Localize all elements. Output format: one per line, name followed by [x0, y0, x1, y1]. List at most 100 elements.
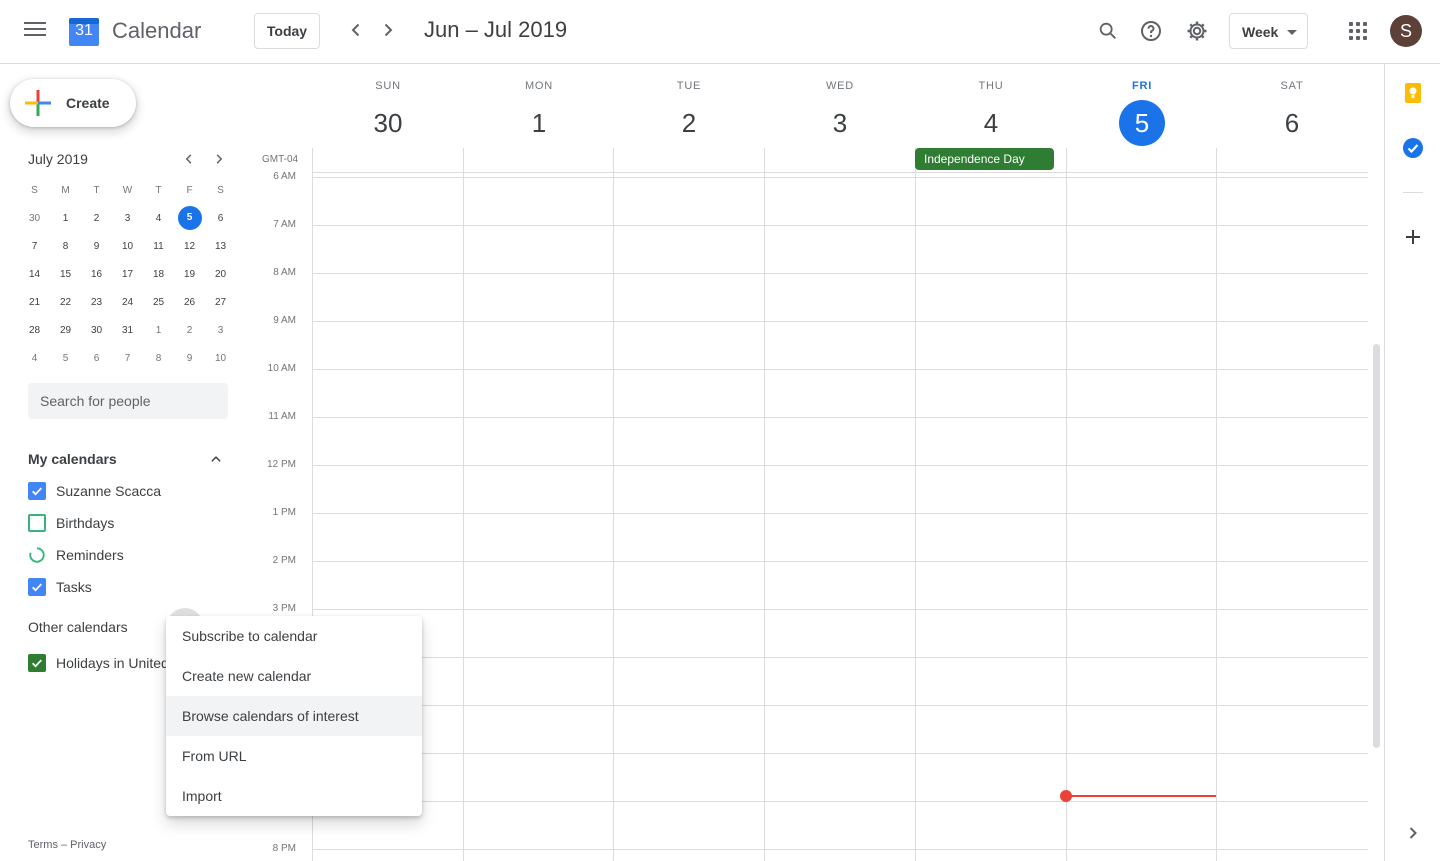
day-header: WED 3: [765, 80, 915, 146]
day-number-button[interactable]: 3: [817, 100, 863, 146]
mini-calendar-day[interactable]: 9: [174, 344, 205, 372]
mini-calendar-day[interactable]: 28: [19, 316, 50, 344]
hour-label: 6 AM: [273, 171, 296, 182]
settings-button[interactable]: [1184, 18, 1210, 44]
previous-week-button[interactable]: [344, 18, 368, 42]
main-menu-icon[interactable]: [24, 22, 46, 40]
account-avatar[interactable]: S: [1390, 15, 1422, 47]
mini-calendar-day[interactable]: 24: [112, 288, 143, 316]
expand-panel-chevron-icon[interactable]: [1402, 822, 1424, 844]
mini-calendar-day[interactable]: 10: [112, 232, 143, 260]
mini-calendar-day-number: 5: [62, 352, 69, 364]
mini-calendar-day[interactable]: 20: [205, 260, 236, 288]
google-apps-icon[interactable]: [1349, 22, 1367, 40]
day-of-week-label: WED: [825, 80, 855, 92]
calendar-item-label: Suzanne Scacca: [56, 483, 162, 499]
mini-calendar-day[interactable]: 1: [143, 316, 174, 344]
checkbox-checked-icon[interactable]: [28, 578, 46, 596]
mini-calendar-day[interactable]: 27: [205, 288, 236, 316]
mini-calendar-day[interactable]: 30: [81, 316, 112, 344]
help-button[interactable]: [1138, 18, 1164, 44]
mini-calendar-day[interactable]: 7: [19, 232, 50, 260]
chevron-up-icon[interactable]: [207, 450, 225, 468]
mini-calendar-day[interactable]: 15: [50, 260, 81, 288]
menu-item[interactable]: Subscribe to calendar: [166, 616, 422, 656]
mini-calendar-day[interactable]: 14: [19, 260, 50, 288]
mini-calendar-next-button[interactable]: [210, 150, 228, 168]
calendar-item[interactable]: Holidays in United: [28, 651, 169, 675]
mini-calendar-day[interactable]: 4: [19, 344, 50, 372]
mini-calendar-day[interactable]: 30: [19, 204, 50, 232]
mini-calendar-day[interactable]: 19: [174, 260, 205, 288]
hour-divider: [312, 657, 1368, 658]
day-number-button[interactable]: 1: [516, 100, 562, 146]
menu-item[interactable]: Import: [166, 776, 422, 816]
mini-calendar-day[interactable]: 23: [81, 288, 112, 316]
day-number-button[interactable]: 2: [666, 100, 712, 146]
checkbox-checked-icon[interactable]: [28, 482, 46, 500]
mini-calendar-day[interactable]: 3: [205, 316, 236, 344]
view-switcher-label: Week: [1242, 24, 1279, 40]
calendar-item[interactable]: Birthdays: [28, 511, 114, 535]
menu-item[interactable]: Browse calendars of interest: [166, 696, 422, 736]
calendar-item[interactable]: Suzanne Scacca: [28, 479, 161, 503]
mini-calendar-day[interactable]: 8: [143, 344, 174, 372]
mini-calendar-day-number: 16: [90, 268, 103, 280]
mini-calendar-day[interactable]: 31: [112, 316, 143, 344]
today-button[interactable]: Today: [254, 13, 320, 49]
mini-calendar-day[interactable]: 7: [112, 344, 143, 372]
mini-calendar-day[interactable]: 6: [205, 204, 236, 232]
chevron-right-icon: [384, 23, 393, 37]
day-number-button[interactable]: 6: [1269, 100, 1315, 146]
mini-calendar-day[interactable]: 5: [174, 204, 205, 232]
mini-calendar-prev-button[interactable]: [180, 150, 198, 168]
mini-calendar-day[interactable]: 4: [143, 204, 174, 232]
mini-calendar-day[interactable]: 13: [205, 232, 236, 260]
mini-calendar-day[interactable]: 11: [143, 232, 174, 260]
mini-calendar-day[interactable]: 3: [112, 204, 143, 232]
menu-item[interactable]: From URL: [166, 736, 422, 776]
add-addon-icon[interactable]: [1402, 226, 1424, 248]
mini-calendar-day[interactable]: 2: [81, 204, 112, 232]
mini-calendar-day[interactable]: 26: [174, 288, 205, 316]
mini-calendar-day[interactable]: 9: [81, 232, 112, 260]
chevron-left-icon: [351, 23, 360, 37]
footer-links[interactable]: Terms – Privacy: [28, 839, 106, 851]
mini-calendar-day[interactable]: 5: [50, 344, 81, 372]
create-button[interactable]: Create: [10, 79, 136, 127]
my-calendars-heading[interactable]: My calendars: [28, 451, 117, 467]
checkbox-unchecked-icon[interactable]: [28, 514, 46, 532]
mini-calendar-day[interactable]: 6: [81, 344, 112, 372]
tasks-icon[interactable]: [1402, 137, 1424, 159]
view-switcher[interactable]: Week: [1229, 13, 1308, 49]
mini-calendar-day[interactable]: 10: [205, 344, 236, 372]
loading-spinner-icon[interactable]: [28, 546, 46, 564]
day-number-button[interactable]: 5: [1119, 100, 1165, 146]
search-button[interactable]: [1095, 18, 1121, 44]
calendar-item[interactable]: Reminders: [28, 543, 124, 567]
mini-calendar-day[interactable]: 22: [50, 288, 81, 316]
next-week-button[interactable]: [376, 18, 400, 42]
mini-calendar-day[interactable]: 12: [174, 232, 205, 260]
mini-calendar-day[interactable]: 18: [143, 260, 174, 288]
mini-calendar-day[interactable]: 25: [143, 288, 174, 316]
mini-calendar-day-number: 28: [28, 324, 41, 336]
day-number-button[interactable]: 4: [968, 100, 1014, 146]
search-people-input[interactable]: [28, 383, 228, 419]
keep-icon[interactable]: [1402, 82, 1424, 104]
mini-calendar-day[interactable]: 21: [19, 288, 50, 316]
mini-calendar-weekday: S: [31, 184, 38, 196]
mini-calendar-day[interactable]: 2: [174, 316, 205, 344]
calendar-item[interactable]: Tasks: [28, 575, 92, 599]
mini-calendar-day[interactable]: 1: [50, 204, 81, 232]
mini-calendar-day[interactable]: 29: [50, 316, 81, 344]
week-grid-scrollbar[interactable]: [1373, 344, 1380, 748]
week-grid[interactable]: [312, 148, 1368, 861]
mini-calendar-day[interactable]: 8: [50, 232, 81, 260]
mini-calendar-day[interactable]: 16: [81, 260, 112, 288]
day-number-button[interactable]: 30: [365, 100, 411, 146]
mini-calendar-day[interactable]: 17: [112, 260, 143, 288]
checkbox-checked-icon[interactable]: [28, 654, 46, 672]
menu-item[interactable]: Create new calendar: [166, 656, 422, 696]
all-day-event-chip[interactable]: Independence Day: [915, 148, 1054, 170]
